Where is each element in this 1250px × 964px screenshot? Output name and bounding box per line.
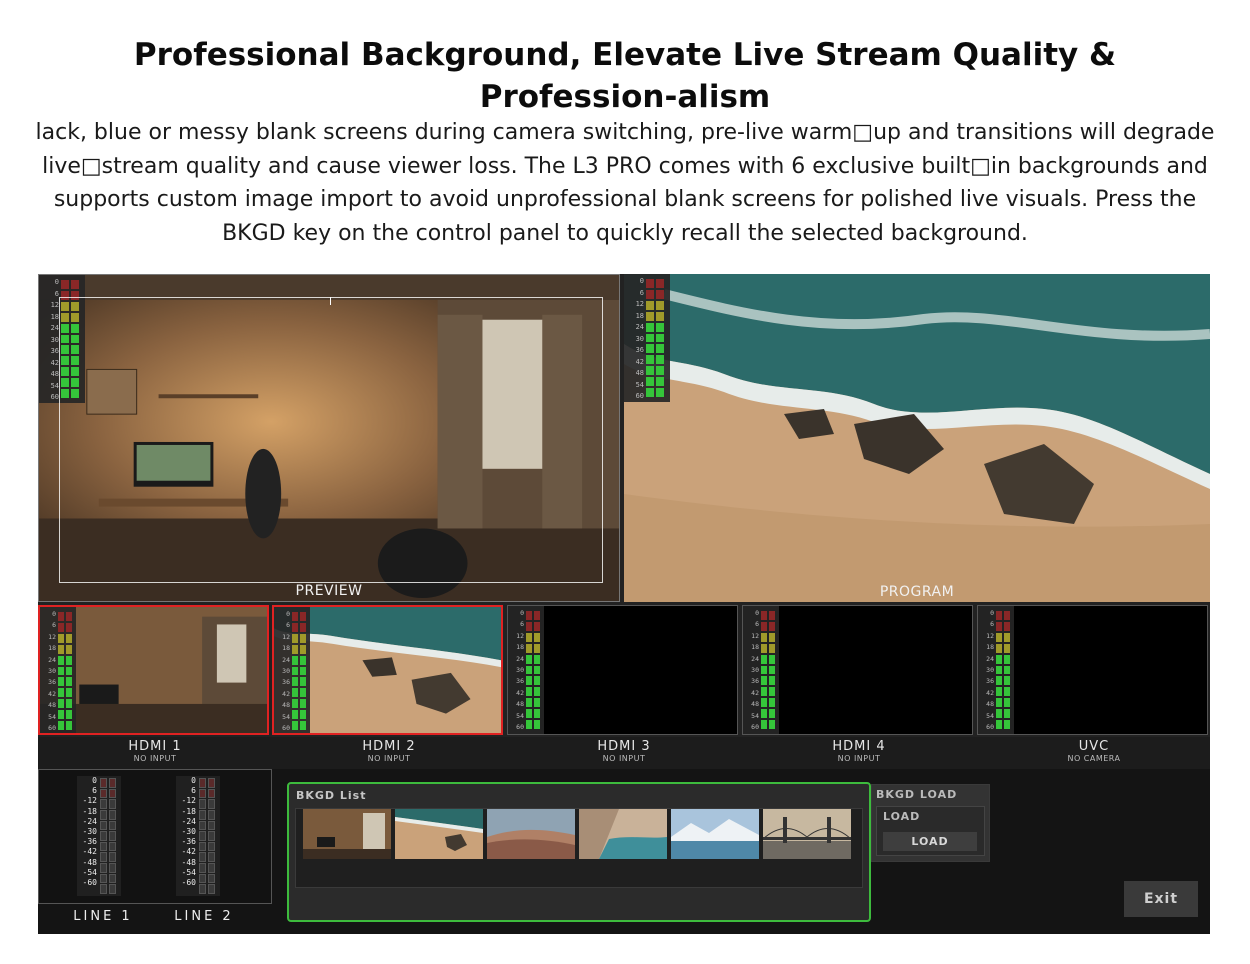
meter-scale: 0 6 12 18 24 30 36 42 48 54 60 [635, 277, 644, 400]
preview-label: PREVIEW [295, 583, 363, 599]
meter-scale: 0 6 12 18 24 30 36 42 48 54 60 [50, 278, 59, 401]
uvc-audio-meter: 0 6 12 18 24 30 36 42 48 54 60 [978, 606, 1014, 734]
bkgd-load-title: BKGD LOAD [876, 788, 958, 801]
load-button[interactable]: LOAD [883, 832, 977, 851]
input-thumb-uvc[interactable]: 0 6 12 18 24 30 36 42 48 54 60 [977, 605, 1208, 735]
input-thumb-hdmi3[interactable]: 0 6 12 18 24 30 36 42 48 54 60 [507, 605, 738, 735]
safe-area-frame [59, 297, 603, 583]
input-thumb-hdmi2[interactable]: 0 6 12 18 24 30 36 42 48 54 60 [272, 605, 503, 735]
program-label: PROGRAM [879, 584, 955, 600]
hdmi2-audio-meter: 0 6 12 18 24 30 36 42 48 54 60 [274, 607, 310, 733]
line1-label: LINE 1 [73, 909, 133, 924]
load-group: LOAD LOAD [876, 806, 985, 856]
channel-labels: HDMI 1 NO INPUT HDMI 2 NO INPUT HDMI 3 NO I… [38, 737, 1210, 769]
bkgd-thumb-cove[interactable] [579, 809, 667, 859]
bkgd-thumb-mountain-lake[interactable] [671, 809, 759, 859]
bkgd-list-panel: BKGD List [287, 782, 871, 922]
channel-label-hdmi3: HDMI 3 NO INPUT [597, 739, 651, 763]
hdmi3-audio-meter: 0 6 12 18 24 30 36 42 48 54 60 [508, 606, 544, 734]
bkgd-load-panel: BKGD LOAD LOAD LOAD [871, 784, 990, 862]
channel-label-hdmi2: HDMI 2 NO INPUT [362, 739, 416, 763]
bkgd-thumb-bridge[interactable] [763, 809, 851, 859]
bkgd-thumb-beach[interactable] [395, 809, 483, 859]
program-monitor[interactable]: 0 6 12 18 24 30 36 42 48 54 60 PROGRAM [624, 274, 1210, 602]
channel-label-uvc: UVC NO CAMERA [1067, 739, 1121, 763]
channel-label-hdmi4: HDMI 4 NO INPUT [832, 739, 886, 763]
hdmi1-audio-meter: 0 6 12 18 24 30 36 42 48 54 60 [40, 607, 76, 733]
hdmi4-audio-meter: 0 6 12 18 24 30 36 42 48 54 60 [743, 606, 779, 734]
bottom-panel: 0 6 -12 -18 -24 -30 -36 -42 -48 -54 -60 0 6 -12 -18 -2… [38, 769, 1210, 934]
preview-monitor[interactable]: 0 6 12 18 24 30 36 42 48 54 60 PREVIEW [38, 274, 620, 602]
center-marker [330, 297, 331, 305]
line-audio-meters: 0 6 -12 -18 -24 -30 -36 -42 -48 -54 -60 0 6 -12 -18 -2… [38, 769, 272, 904]
bkgd-thumb-desert[interactable] [487, 809, 575, 859]
switcher-ui: 0 6 12 18 24 30 36 42 48 54 60 PREVIEW 0 6 12 18 24 30 3… [38, 274, 1210, 934]
input-thumb-hdmi4[interactable]: 0 6 12 18 24 30 36 42 48 54 60 [742, 605, 973, 735]
program-audio-meter: 0 6 12 18 24 30 36 42 48 54 60 [624, 274, 670, 402]
line1-audio-meter: 0 6 -12 -18 -24 -30 -36 -42 -48 -54 -60 [77, 776, 121, 896]
exit-button[interactable]: Exit [1124, 881, 1198, 917]
beach-scene-image [624, 274, 1210, 602]
channel-label-hdmi1: HDMI 1 NO INPUT [128, 739, 182, 763]
headline: Professional Background, Elevate Live St… [133, 37, 1117, 115]
description-paragraph: lack, blue or messy blank screens during… [35, 120, 1215, 246]
input-thumb-hdmi1[interactable]: 0 6 12 18 24 30 36 42 48 54 60 [38, 605, 269, 735]
line2-audio-meter: 0 6 -12 -18 -24 -30 -36 -42 -48 -54 -60 [176, 776, 220, 896]
bkgd-thumb-room[interactable] [303, 809, 391, 859]
load-label: LOAD [883, 810, 921, 823]
bkgd-list-title: BKGD List [296, 789, 367, 802]
line2-label: LINE 2 [174, 909, 234, 924]
